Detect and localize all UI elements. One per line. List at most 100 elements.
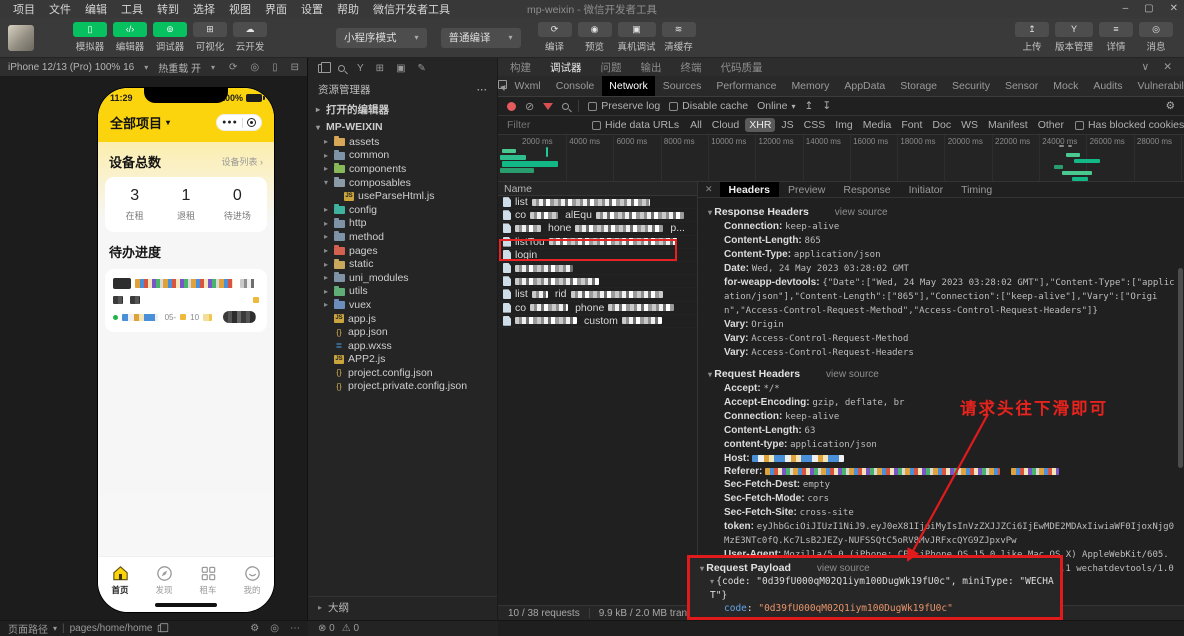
request-payload-section[interactable]: ▾ Request Payload view source ▾ {code: "…	[687, 555, 1063, 620]
toolbar-button-bell[interactable]: ◎消息	[1139, 22, 1173, 53]
tree-item[interactable]: ▸method	[308, 230, 497, 244]
devtools-tab-network[interactable]: Network	[602, 76, 656, 96]
filter-icon[interactable]	[543, 103, 553, 110]
rotate-icon[interactable]: ⟳	[229, 62, 237, 73]
name-column-header[interactable]: Name	[498, 182, 697, 196]
close-details-icon[interactable]: ✕	[698, 184, 720, 195]
compile-select[interactable]: 普通编译 ▾	[441, 28, 521, 48]
devtools-tab-console[interactable]: Console	[548, 76, 602, 96]
toolbar-button-layers[interactable]: ≋清缓存	[662, 22, 696, 53]
panel-tab-构建[interactable]: 构建	[510, 60, 531, 75]
hot-reload-toggle[interactable]: 热重载 开	[158, 60, 201, 75]
avatar[interactable]	[8, 25, 34, 51]
tree-item[interactable]: ▸config	[308, 203, 497, 217]
tree-item[interactable]: ▸vuex	[308, 298, 497, 312]
tree-item[interactable]: ▾composables	[308, 176, 497, 190]
has-blocked-cookies-checkbox[interactable]: Has blocked cookies	[1075, 119, 1184, 131]
files-icon[interactable]	[318, 64, 326, 73]
detail-tab-initiator[interactable]: Initiator	[900, 182, 952, 197]
request-headers-section[interactable]: ▾ Request Headers view source	[698, 365, 1184, 382]
filter-pill-media[interactable]: Media	[859, 118, 896, 132]
preserve-log-checkbox[interactable]: Preserve log	[588, 100, 660, 112]
menu-item[interactable]: 选择	[186, 1, 222, 17]
vconsole-icon[interactable]: ⚙	[250, 623, 259, 634]
devtools-tab-memory[interactable]: Memory	[784, 76, 837, 96]
tree-item[interactable]: {}project.config.json	[308, 366, 497, 380]
edit-icon[interactable]: ✎	[418, 63, 426, 74]
mini-program-title[interactable]: 全部项目 ▾	[110, 113, 170, 132]
copy-icon[interactable]	[158, 625, 164, 632]
filter-pill-cloud[interactable]: Cloud	[708, 118, 743, 132]
devtools-tab-security[interactable]: Security	[945, 76, 998, 96]
more-actions-icon[interactable]: ⋯	[477, 84, 488, 96]
todo-action-button[interactable]	[223, 311, 256, 323]
toolbar-button-list[interactable]: ≡详情	[1099, 22, 1133, 53]
scrollbar[interactable]	[1178, 268, 1183, 468]
minimize-button[interactable]: –	[1123, 0, 1129, 18]
devtools-tab-mock[interactable]: Mock	[1046, 76, 1086, 96]
request-row[interactable]: listTou	[498, 236, 697, 249]
extensions-icon[interactable]: ⊞	[376, 63, 384, 74]
devtools-tab-wxml[interactable]: Wxml	[507, 76, 548, 96]
tree-item[interactable]: {}project.private.config.json	[308, 380, 497, 394]
collapse-icon[interactable]: ∨	[1142, 61, 1150, 73]
npm-scripts-icon[interactable]: ▣	[396, 63, 405, 74]
view-source-link[interactable]: view source	[835, 207, 888, 218]
tree-item[interactable]: ▸http	[308, 217, 497, 231]
search-icon[interactable]	[338, 65, 345, 72]
tab-mine[interactable]: 我的	[230, 564, 274, 612]
detail-tab-preview[interactable]: Preview	[779, 182, 834, 197]
request-row[interactable]: honep...	[498, 222, 697, 235]
panel-tab-代码质量[interactable]: 代码质量	[721, 60, 763, 75]
section-outline[interactable]: ▸ 大纲	[308, 596, 497, 618]
screenshot-icon[interactable]: ◎	[250, 62, 259, 73]
toolbar-button-branch[interactable]: Y版本管理	[1055, 22, 1093, 53]
view-source-link[interactable]: view source	[826, 369, 879, 380]
panel-tab-终端[interactable]: 终端	[681, 60, 702, 75]
toolbar-button-cloud[interactable]: ☁云开发	[233, 22, 267, 53]
view-source-link[interactable]: view source	[817, 563, 870, 574]
page-path-label[interactable]: 页面路径	[8, 621, 48, 636]
devtools-tab-audits[interactable]: Audits	[1086, 76, 1130, 96]
tree-item[interactable]: ▸static	[308, 257, 497, 271]
tree-item[interactable]: ▸pages	[308, 244, 497, 258]
clear-icon[interactable]: ⊘	[525, 100, 534, 113]
filter-pill-other[interactable]: Other	[1034, 118, 1068, 132]
export-har-icon[interactable]: ↧	[822, 100, 831, 112]
tree-item[interactable]: JSAPP2.js	[308, 353, 497, 367]
filter-pill-font[interactable]: Font	[897, 118, 926, 132]
close-devtools-icon[interactable]: ✕	[1163, 61, 1172, 73]
toolbar-button-debug[interactable]: ⊚调试器	[153, 22, 187, 53]
toolbar-button-code[interactable]: ‹/›编辑器	[113, 22, 147, 53]
tree-item[interactable]: ≣app.wxss	[308, 339, 497, 353]
tree-item[interactable]: ▸assets	[308, 135, 497, 149]
source-control-icon[interactable]: Y	[357, 63, 364, 74]
menu-item[interactable]: 微信开发者工具	[366, 1, 457, 17]
menu-item[interactable]: 文件	[42, 1, 78, 17]
devtools-tab-appdata[interactable]: AppData	[837, 76, 893, 96]
request-row[interactable]: list	[498, 196, 697, 209]
toolbar-button-grid[interactable]: ⊞可视化	[193, 22, 227, 53]
filter-pill-doc[interactable]: Doc	[928, 118, 955, 132]
headers-content[interactable]: ▾ Response Headers view source Connectio…	[698, 198, 1184, 605]
record-icon[interactable]	[507, 102, 516, 111]
request-row-login[interactable]: login	[498, 249, 697, 262]
devtools-tab-storage[interactable]: Storage	[893, 76, 945, 96]
menu-item[interactable]: 项目	[6, 1, 42, 17]
toolbar-button-eye[interactable]: ◉预览	[578, 22, 612, 53]
toolbar-button-phone[interactable]: ▯模拟器	[73, 22, 107, 53]
toolbar-button-upload[interactable]: ↥上传	[1015, 22, 1049, 53]
request-row[interactable]: custom	[498, 315, 697, 328]
detail-tab-headers[interactable]: Headers	[720, 182, 779, 197]
todo-card[interactable]: 05- 10	[105, 269, 267, 332]
filter-pill-all[interactable]: All	[686, 118, 706, 132]
response-headers-section[interactable]: ▾ Response Headers view source	[698, 203, 1184, 220]
detail-tab-timing[interactable]: Timing	[952, 182, 1001, 197]
tree-item[interactable]: ▸utils	[308, 285, 497, 299]
tree-item[interactable]: JSuseParseHtml.js	[308, 189, 497, 203]
device-frame-icon[interactable]: ▯	[272, 62, 278, 73]
menu-item[interactable]: 设置	[294, 1, 330, 17]
menu-item[interactable]: 工具	[114, 1, 150, 17]
filter-pill-xhr[interactable]: XHR	[745, 118, 775, 132]
menu-item[interactable]: 视图	[222, 1, 258, 17]
